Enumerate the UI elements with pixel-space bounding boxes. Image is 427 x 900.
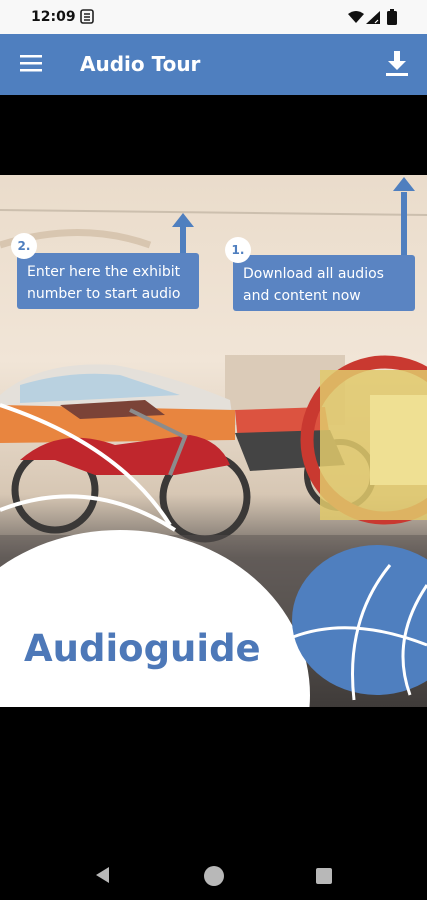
menu-icon[interactable] [20,54,42,72]
download-icon[interactable] [384,50,410,78]
home-icon[interactable] [204,866,224,886]
signal-icon [366,11,380,24]
back-icon[interactable] [95,866,111,884]
blue-circle-lines [292,564,427,701]
app-notification-icon [80,9,94,24]
audioguide-banner: Enter here the exhibit number to start a… [0,175,427,707]
wifi-icon [348,11,364,23]
status-time: 12:09 [31,9,76,25]
app-title: Audio Tour [80,52,201,76]
status-bar: 12:09 [0,0,427,34]
recents-icon[interactable] [316,868,332,884]
app-bar: Audio Tour [0,34,427,95]
battery-icon [387,9,397,25]
navigation-bar [0,852,427,900]
